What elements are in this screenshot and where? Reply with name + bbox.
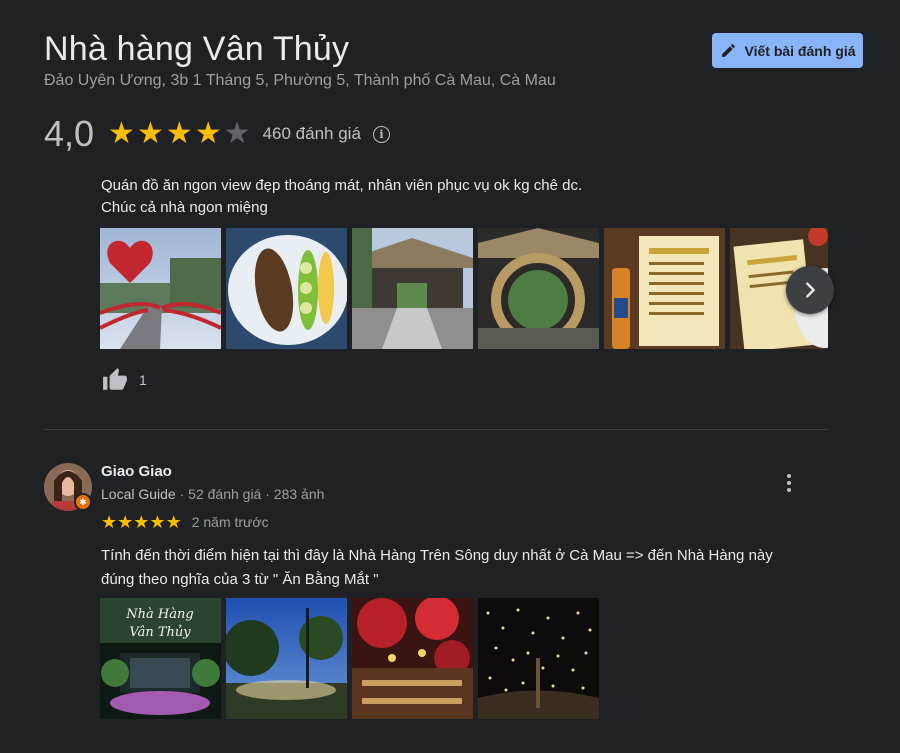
star-icon: ★ [117,512,134,532]
review-photo-strip: Nhà Hàng Vân Thủy [100,598,599,719]
like-row: 1 [101,367,147,393]
review-photo[interactable] [100,228,221,349]
write-review-label: Viết bài đánh giá [744,42,856,59]
review-count[interactable]: 460 đánh giá [263,124,361,144]
star-icon: ★ [165,512,182,532]
chevron-right-icon [806,282,815,298]
star-icon: ★ [101,512,118,532]
rating-summary: 4,0 ★ ★ ★ ★ ★ 460 đánh giá i [44,110,390,158]
reviewer-guide-label: Local Guide [101,486,176,502]
like-count: 1 [139,372,147,388]
pencil-icon [721,44,735,57]
review-text-line: Quán đồ ăn ngon view đẹp thoáng mát, nhâ… [101,177,583,194]
review-text-line: Tính đến thời điểm hiện tại thì đây là N… [101,547,773,564]
star-empty-icon: ★ [223,117,251,150]
review-stars: ★ ★ ★ ★ ★ [101,513,182,531]
reviewer-meta: Local Guide · 52 đánh giá · 283 ảnh [101,486,324,502]
review-photo[interactable] [604,228,725,349]
star-icon: ★ [149,512,166,532]
reviewer-name[interactable]: Giao Giao [101,463,172,480]
review-photo[interactable]: Nhà Hàng Vân Thủy [100,598,221,719]
star-icon: ★ [136,117,164,150]
more-vert-icon [787,474,791,478]
review-photo[interactable] [352,598,473,719]
svg-text:Vân Thủy: Vân Thủy [129,625,191,640]
thumbs-up-icon[interactable] [101,367,129,393]
more-vert-dot [787,481,791,485]
review-photo[interactable] [478,598,599,719]
divider [44,429,828,430]
star-icon: ★ [165,117,193,150]
review-text-line: đúng theo nghĩa của 3 từ " Ăn Bằng Mắt " [101,571,379,588]
review-text: Tính đến thời điểm hiện tại thì đây là N… [101,544,821,592]
review-age: 2 năm trước [191,514,269,530]
next-photo-button[interactable] [786,266,834,314]
rating-value: 4,0 [44,113,95,154]
place-address: Đảo Uyên Ương, 3b 1 Tháng 5, Phường 5, T… [44,72,556,89]
review-photo[interactable] [226,228,347,349]
review-text-line: Chúc cả nhà ngon miệng [101,199,268,216]
star-icon: ★ [194,117,222,150]
more-vert-dot [787,488,791,492]
star-icon: ★ [108,117,135,150]
info-icon[interactable]: i [372,125,390,143]
review-text: Quán đồ ăn ngon view đẹp thoáng mát, nhâ… [101,175,582,219]
review-photo[interactable] [226,598,347,719]
rating-stars: ★ ★ ★ ★ ★ [108,119,251,149]
star-icon: ★ [133,512,150,532]
place-title: Nhà hàng Vân Thủy [44,30,350,68]
svg-text:Nhà Hàng: Nhà Hàng [125,607,193,622]
review-rating: ★ ★ ★ ★ ★ 2 năm trước [101,513,269,531]
review-photo[interactable] [478,228,599,349]
more-options-button[interactable] [778,472,800,494]
local-guide-badge-icon: ✱ [74,493,92,511]
review-photo-strip [100,228,828,349]
reviewer-stats: · 52 đánh giá · 283 ảnh [175,486,325,502]
write-review-button[interactable]: Viết bài đánh giá [712,33,863,68]
review-photo[interactable] [352,228,473,349]
